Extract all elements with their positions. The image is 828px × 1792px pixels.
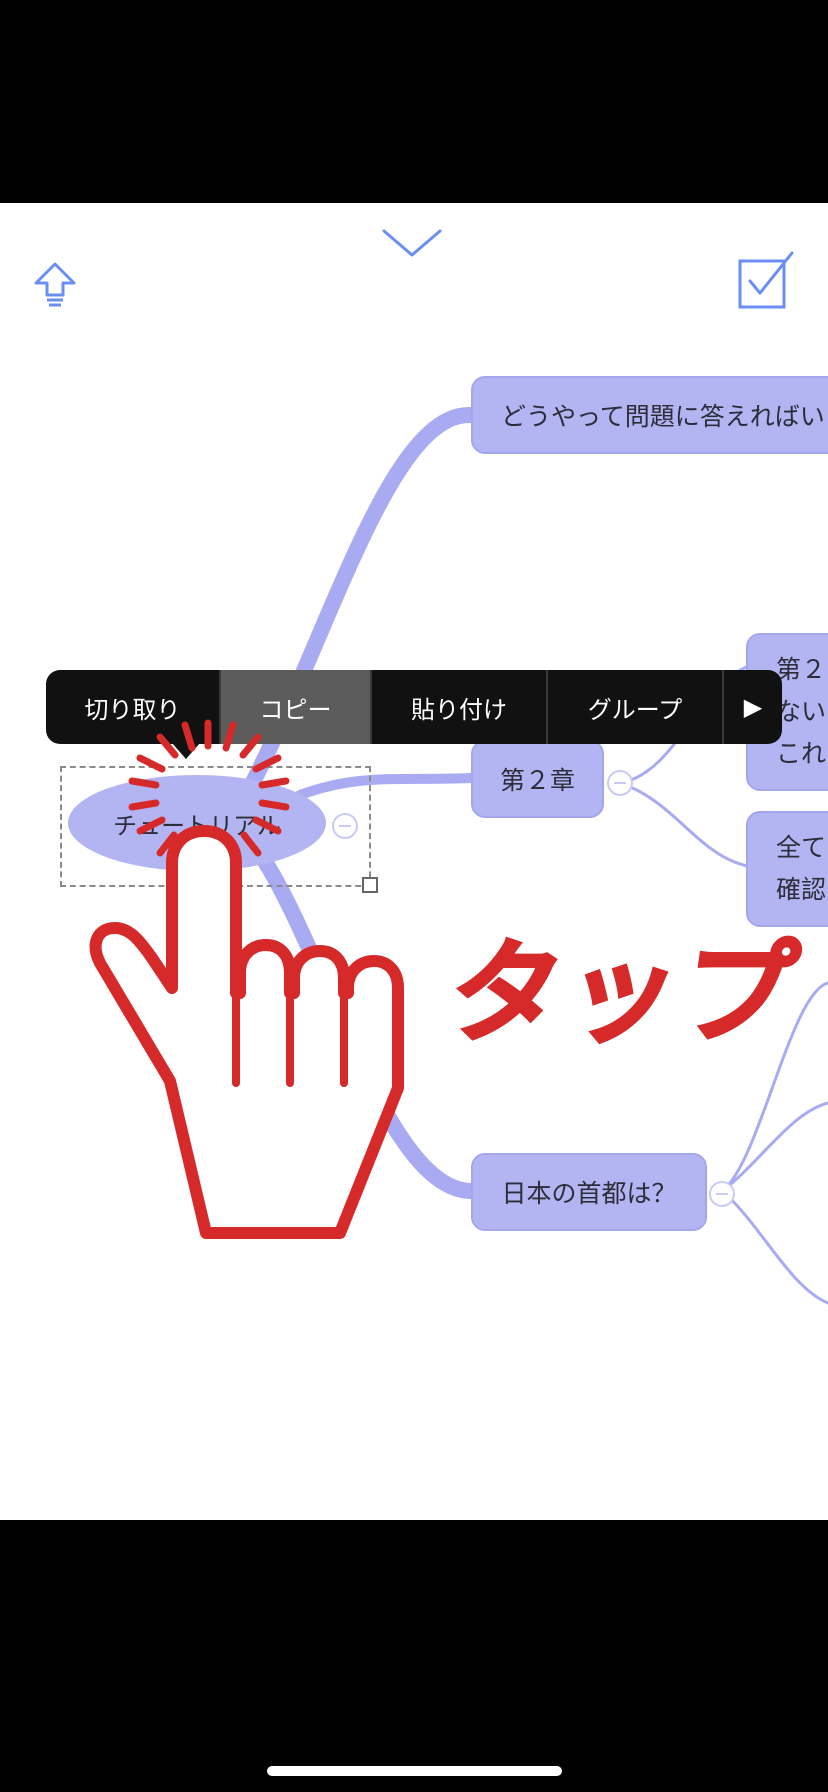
- screen: どうやって問題に答えればい 第２章 日本の首都は？ 第２ ない これ 全て 確認…: [0, 0, 828, 1792]
- tap-hand-icon: [89, 719, 404, 1239]
- tap-caption: タップ: [440, 928, 809, 1061]
- mindmap-canvas[interactable]: どうやって問題に答えればい 第２章 日本の首都は？ 第２ ない これ 全て 確認…: [0, 203, 828, 1520]
- home-indicator[interactable]: [267, 1766, 562, 1776]
